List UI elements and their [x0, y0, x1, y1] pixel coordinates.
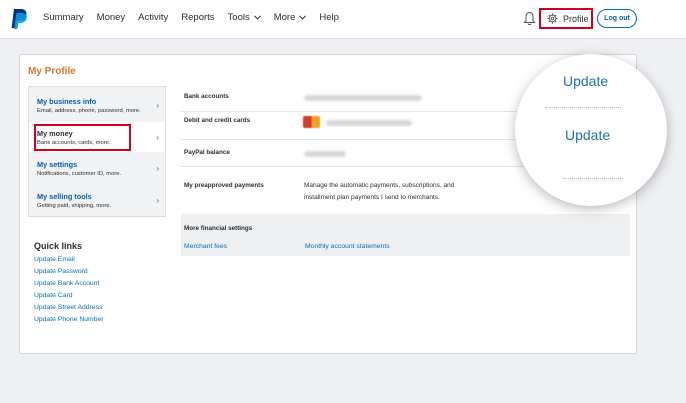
redacted-bank-accounts: [304, 95, 422, 101]
magnified-update-link[interactable]: Update: [565, 127, 610, 143]
quick-link-update-email[interactable]: Update Email: [34, 254, 104, 266]
logout-button[interactable]: Log out: [597, 9, 637, 28]
monthly-statements-link[interactable]: Monthly account statements: [305, 243, 390, 250]
quick-links-list: Update Email Update Password Update Bank…: [34, 254, 104, 326]
nav-more-label: More: [273, 12, 296, 23]
chevron-right-icon: ›: [156, 196, 159, 205]
merchant-fees-link[interactable]: Merchant fees: [184, 243, 227, 250]
main-nav: Summary Money Activity Reports Tools Mor…: [43, 12, 352, 23]
sidebar-item-settings[interactable]: My settings Notifications, customer ID, …: [29, 153, 165, 183]
nav-money[interactable]: Money: [97, 12, 126, 23]
chevron-right-icon: ›: [156, 164, 159, 173]
magnified-update-link[interactable]: Update: [563, 73, 608, 89]
paypal-logo-icon[interactable]: [10, 8, 28, 30]
nav-activity[interactable]: Activity: [138, 12, 168, 23]
row-label: PayPal balance: [184, 149, 230, 156]
chevron-right-icon: ›: [156, 101, 159, 110]
redacted-balance: [304, 151, 346, 157]
quick-link-update-street-address[interactable]: Update Street Address: [34, 302, 104, 314]
chevron-down-icon: [299, 15, 307, 20]
sidebar-item-title: My business info: [37, 97, 97, 106]
quick-link-update-bank-account[interactable]: Update Bank Account: [34, 278, 104, 290]
sidebar-item-title: My settings: [37, 160, 78, 169]
quick-link-update-password[interactable]: Update Password: [34, 266, 104, 278]
nav-tools-label: Tools: [227, 12, 250, 23]
more-financial-label: More financial settings: [184, 225, 253, 232]
my-money-highlight: [34, 124, 131, 151]
quick-link-update-card[interactable]: Update Card: [34, 290, 104, 302]
row-label: Bank accounts: [184, 93, 229, 100]
top-navigation-bar: Summary Money Activity Reports Tools Mor…: [0, 0, 686, 39]
dotted-divider: [545, 107, 621, 108]
sidebar-item-desc: Getting paid, shipping, more.: [37, 203, 112, 209]
page-title: My Profile: [28, 66, 76, 77]
nav-reports[interactable]: Reports: [181, 12, 214, 23]
more-financial-settings: More financial settings Merchant fees Mo…: [181, 214, 630, 256]
nav-help[interactable]: Help: [319, 12, 339, 23]
chevron-right-icon: ›: [156, 133, 159, 142]
sidebar-item-desc: Notifications, customer ID, more.: [37, 171, 122, 177]
nav-summary-label: Summary: [43, 12, 84, 23]
redacted-card-info: [326, 120, 412, 126]
row-label: My preapproved payments: [184, 182, 264, 189]
logout-label: Log out: [604, 15, 630, 22]
sidebar-item-title: My selling tools: [37, 192, 92, 201]
row-value: Manage the automatic payments, subscript…: [304, 182, 455, 201]
profile-button[interactable]: Profile: [539, 8, 593, 29]
sidebar-item-desc: Email, address, phone, password, more.: [37, 108, 141, 114]
dotted-divider: [563, 178, 623, 179]
row-label: Debit and credit cards: [184, 117, 251, 124]
zoom-magnifier: Update Update: [515, 54, 667, 206]
nav-money-label: Money: [96, 12, 126, 23]
nav-activity-label: Activity: [138, 12, 169, 23]
sidebar-item-selling-tools[interactable]: My selling tools Getting paid, shipping,…: [29, 185, 165, 215]
profile-sidebar-menu: My business info Email, address, phone, …: [28, 86, 166, 217]
credit-card-icon: [303, 116, 320, 128]
sidebar-item-business-info[interactable]: My business info Email, address, phone, …: [29, 90, 165, 120]
bell-icon[interactable]: [523, 11, 536, 26]
nav-summary[interactable]: Summary: [43, 12, 84, 23]
quick-link-update-phone-number[interactable]: Update Phone Number: [34, 314, 104, 326]
nav-tools[interactable]: Tools: [228, 12, 261, 23]
nav-help-label: Help: [319, 12, 339, 23]
profile-label: Profile: [563, 13, 589, 24]
quick-links-title: Quick links: [34, 241, 83, 251]
chevron-down-icon: [253, 15, 261, 20]
nav-reports-label: Reports: [181, 12, 215, 23]
gear-icon: [547, 13, 558, 24]
nav-more[interactable]: More: [274, 12, 307, 23]
